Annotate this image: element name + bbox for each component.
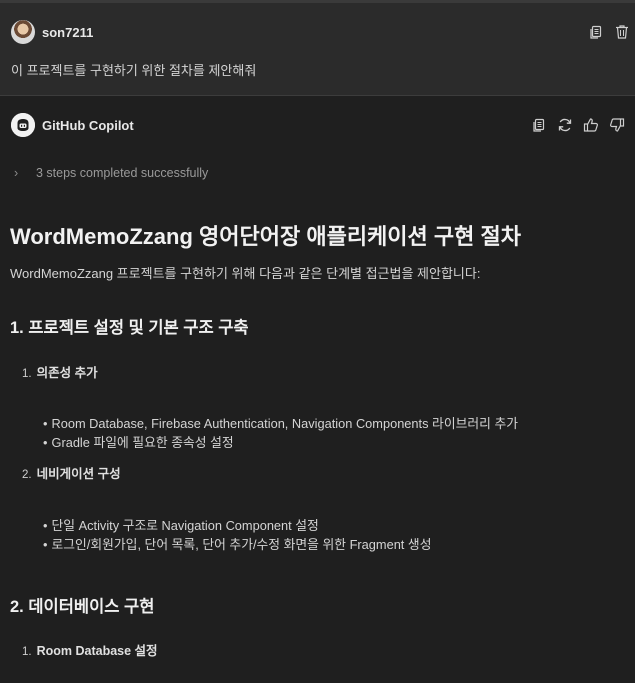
list-item: • 단일 Activity 구조로 Navigation Component 설정 (43, 518, 319, 533)
copilot-avatar (11, 113, 35, 137)
retry-icon[interactable] (557, 117, 573, 133)
list-item-text: 단일 Activity 구조로 Navigation Component 설정 (51, 518, 319, 533)
chevron-right-icon: › (14, 166, 19, 180)
subsection-label: Room Database 설정 (36, 644, 158, 658)
response-intro: WordMemoZzang 프로젝트를 구현하기 위해 다음과 같은 단계별 접… (10, 266, 481, 281)
subsection-number: 2. (22, 469, 32, 481)
subsection-number: 1. (22, 646, 32, 658)
list-item-text: Gradle 파일에 필요한 종속성 설정 (51, 435, 234, 450)
copy-icon[interactable] (531, 117, 547, 133)
subsection-number: 1. (22, 368, 32, 380)
user-message-text: 이 프로젝트를 구현하기 위한 절차를 제안해줘 (11, 63, 257, 78)
list-item: • Gradle 파일에 필요한 종속성 설정 (43, 435, 234, 450)
subsection-heading: 1. Room Database 설정 (22, 640, 158, 659)
response-title: WordMemoZzang 영어단어장 애플리케이션 구현 절차 (10, 224, 521, 249)
list-item: • Room Database, Firebase Authentication,… (43, 416, 519, 431)
thumbs-up-icon[interactable] (583, 117, 599, 133)
user-avatar (11, 20, 35, 44)
subsection-label: 의존성 추가 (36, 366, 98, 380)
trash-icon[interactable] (614, 24, 630, 40)
copy-icon[interactable] (588, 24, 604, 40)
user-message-block: son7211 이 프로젝트를 구현하기 위한 절차를 제안해줘 (0, 3, 635, 96)
subsection-heading: 1. 의존성 추가 (22, 362, 98, 381)
username: son7211 (42, 25, 94, 40)
subsection-heading: 2. 네비게이션 구성 (22, 463, 121, 482)
steps-summary-text: 3 steps completed successfully (36, 166, 209, 180)
assistant-name: GitHub Copilot (42, 118, 134, 133)
list-item: • 로그인/회원가입, 단어 목록, 단어 추가/수정 화면을 위한 Fragme… (43, 537, 432, 552)
subsection-label: 네비게이션 구성 (36, 467, 121, 481)
list-item-text: 로그인/회원가입, 단어 목록, 단어 추가/수정 화면을 위한 Fragmen… (51, 537, 432, 552)
section-heading: 1. 프로젝트 설정 및 기본 구조 구축 (10, 319, 249, 337)
list-item-text: Room Database, Firebase Authentication, … (51, 416, 519, 431)
steps-summary[interactable]: › 3 steps completed successfully (14, 166, 208, 180)
section-heading: 2. 데이터베이스 구현 (10, 598, 155, 616)
thumbs-down-icon[interactable] (609, 117, 625, 133)
